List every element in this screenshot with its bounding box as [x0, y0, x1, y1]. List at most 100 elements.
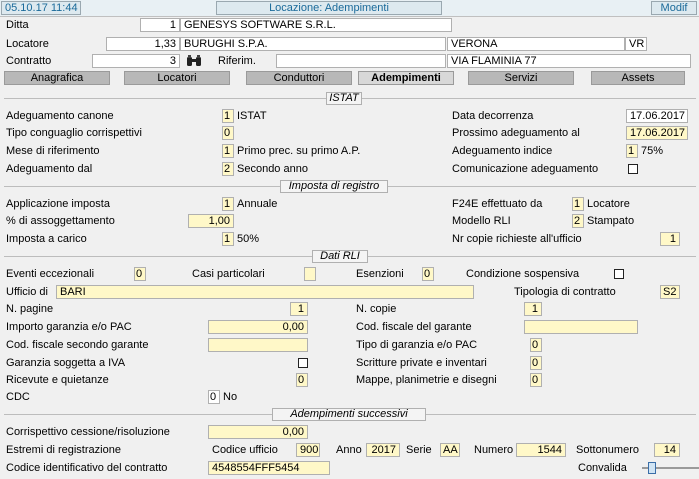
scritture-private-label: Scritture private e inventari	[356, 357, 487, 369]
numero-field[interactable]: 1544	[516, 443, 566, 457]
adeguamento-indice-field[interactable]: 1	[626, 144, 638, 158]
title-bar: 05.10.17 11:44 Locazione: Adempimenti Mo…	[0, 0, 699, 17]
numero-pagine-label: N. pagine	[6, 303, 54, 315]
tipo-garanzia-field[interactable]: 0	[530, 338, 542, 352]
ricevute-quietanze-field[interactable]: 0	[296, 373, 308, 387]
mode-indicator: Modif	[651, 1, 697, 15]
tab-assets[interactable]: Assets	[591, 71, 685, 85]
riferimento-field[interactable]	[276, 54, 446, 68]
contratto-code-field[interactable]: 3	[92, 54, 180, 68]
ditta-name-field[interactable]: GENESYS SOFTWARE S.R.L.	[180, 18, 452, 32]
ufficio-label: Ufficio di	[6, 286, 48, 298]
section-title-istat: ISTAT	[326, 92, 362, 105]
ditta-code-field[interactable]: 1	[140, 18, 180, 32]
mappe-planimetrie-label: Mappe, planimetrie e disegni	[356, 374, 497, 386]
adeguamento-indice-desc: 75%	[641, 145, 664, 157]
numero-label: Numero	[474, 444, 514, 456]
tipologia-contratto-label: Tipologia di contratto	[514, 286, 616, 298]
modello-rli-desc: Stampato	[587, 215, 635, 227]
ditta-label: Ditta	[6, 19, 29, 31]
eventi-eccezionali-field[interactable]: 0	[134, 267, 146, 281]
codice-ufficio-field[interactable]: 900	[296, 443, 320, 457]
tab-locatori[interactable]: Locatori	[124, 71, 230, 85]
corrispettivo-cessione-label: Corrispettivo cessione/risoluzione	[6, 426, 170, 438]
condizione-sospensiva-label: Condizione sospensiva	[466, 268, 580, 280]
locatore-city-field[interactable]: VERONA	[447, 37, 625, 51]
assoggettamento-label: % di assoggettamento	[6, 215, 115, 227]
cdc-label: CDC	[6, 391, 30, 403]
tab-conduttori[interactable]: Conduttori	[246, 71, 352, 85]
adeguamento-indice-label: Adeguamento indice	[452, 145, 553, 157]
tab-adempimenti[interactable]: Adempimenti	[358, 71, 454, 85]
adeguamento-canone-desc: ISTAT	[237, 110, 267, 122]
f24e-field[interactable]: 1	[572, 197, 584, 211]
codice-contratto-field[interactable]: 4548554FFF5454	[208, 461, 330, 475]
mese-riferimento-desc: Primo prec. su primo A.P.	[237, 145, 361, 157]
tipo-conguaglio-field[interactable]: 0	[222, 126, 234, 140]
scritture-private-field[interactable]: 0	[530, 356, 542, 370]
serie-label: Serie	[406, 444, 432, 456]
window-title: Locazione: Adempimenti	[216, 1, 442, 15]
comunicazione-adeguamento-checkbox[interactable]	[628, 164, 638, 174]
datetime-display: 05.10.17 11:44	[1, 1, 81, 15]
ufficio-field[interactable]: BARI	[56, 285, 474, 299]
numero-pagine-field[interactable]: 1	[290, 302, 308, 316]
cf-secondo-garante-field[interactable]	[208, 338, 308, 352]
mese-riferimento-label: Mese di riferimento	[6, 145, 100, 157]
binoculars-icon[interactable]	[186, 55, 202, 67]
applicazione-imposta-label: Applicazione imposta	[6, 198, 110, 210]
riferimento-label: Riferim.	[218, 55, 256, 67]
garanzia-iva-label: Garanzia soggetta a IVA	[6, 357, 126, 369]
f24e-label: F24E effettuato da	[452, 198, 543, 210]
address-field[interactable]: VIA FLAMINIA 77	[447, 54, 691, 68]
contratto-label: Contratto	[6, 55, 52, 67]
convalida-slider[interactable]	[642, 462, 699, 474]
locatore-code-field[interactable]: 1,33	[106, 37, 180, 51]
section-title-registro: Imposta di registro	[280, 180, 388, 193]
modello-rli-field[interactable]: 2	[572, 214, 584, 228]
data-decorrenza-field[interactable]: 17.06.2017	[626, 109, 688, 123]
eventi-eccezionali-label: Eventi eccezionali	[6, 268, 95, 280]
sottonumero-field[interactable]: 14	[654, 443, 680, 457]
serie-field[interactable]: AA	[440, 443, 460, 457]
copie-ufficio-label: Nr copie richieste all'ufficio	[452, 233, 582, 245]
locatore-name-field[interactable]: BURUGHI S.P.A.	[180, 37, 446, 51]
slider-thumb[interactable]	[648, 462, 656, 474]
cf-secondo-garante-label: Cod. fiscale secondo garante	[6, 339, 149, 351]
prossimo-adeguamento-field[interactable]: 17.06.2017	[626, 126, 688, 140]
data-decorrenza-label: Data decorrenza	[452, 110, 534, 122]
mese-riferimento-field[interactable]: 1	[222, 144, 234, 158]
tipologia-contratto-field[interactable]: S2	[660, 285, 680, 299]
numero-copie-field[interactable]: 1	[524, 302, 542, 316]
prossimo-adeguamento-label: Prossimo adeguamento al	[452, 127, 580, 139]
assoggettamento-field[interactable]: 1,00	[188, 214, 234, 228]
adeguamento-dal-desc: Secondo anno	[237, 163, 308, 175]
applicazione-imposta-field[interactable]: 1	[222, 197, 234, 211]
importo-garanzia-field[interactable]: 0,00	[208, 320, 308, 334]
corrispettivo-cessione-field[interactable]: 0,00	[208, 425, 308, 439]
garanzia-iva-checkbox[interactable]	[298, 358, 308, 368]
adeguamento-dal-label: Adeguamento dal	[6, 163, 93, 175]
condizione-sospensiva-checkbox[interactable]	[614, 269, 624, 279]
imposta-carico-field[interactable]: 1	[222, 232, 234, 246]
imposta-carico-desc: 50%	[237, 233, 260, 245]
comunicazione-adeguamento-label: Comunicazione adeguamento	[452, 163, 599, 175]
sottonumero-label: Sottonumero	[576, 444, 639, 456]
adeguamento-canone-field[interactable]: 1	[222, 109, 234, 123]
applicazione-imposta-desc: Annuale	[237, 198, 278, 210]
adeguamento-dal-field[interactable]: 2	[222, 162, 234, 176]
locatore-province-field[interactable]: VR	[625, 37, 647, 51]
cf-garante-field[interactable]	[524, 320, 638, 334]
cdc-field[interactable]: 0	[208, 390, 220, 404]
mappe-planimetrie-field[interactable]: 0	[530, 373, 542, 387]
casi-particolari-field[interactable]	[304, 267, 316, 281]
estremi-registrazione-label: Estremi di registrazione	[6, 444, 121, 456]
tab-anagrafica[interactable]: Anagrafica	[4, 71, 110, 85]
copie-ufficio-field[interactable]: 1	[660, 232, 680, 246]
codice-ufficio-label: Codice ufficio	[212, 444, 278, 456]
anno-field[interactable]: 2017	[366, 443, 400, 457]
tipo-garanzia-label: Tipo di garanzia e/o PAC	[356, 339, 478, 351]
esenzioni-field[interactable]: 0	[422, 267, 434, 281]
tab-servizi[interactable]: Servizi	[468, 71, 574, 85]
casi-particolari-label: Casi particolari	[192, 268, 265, 280]
